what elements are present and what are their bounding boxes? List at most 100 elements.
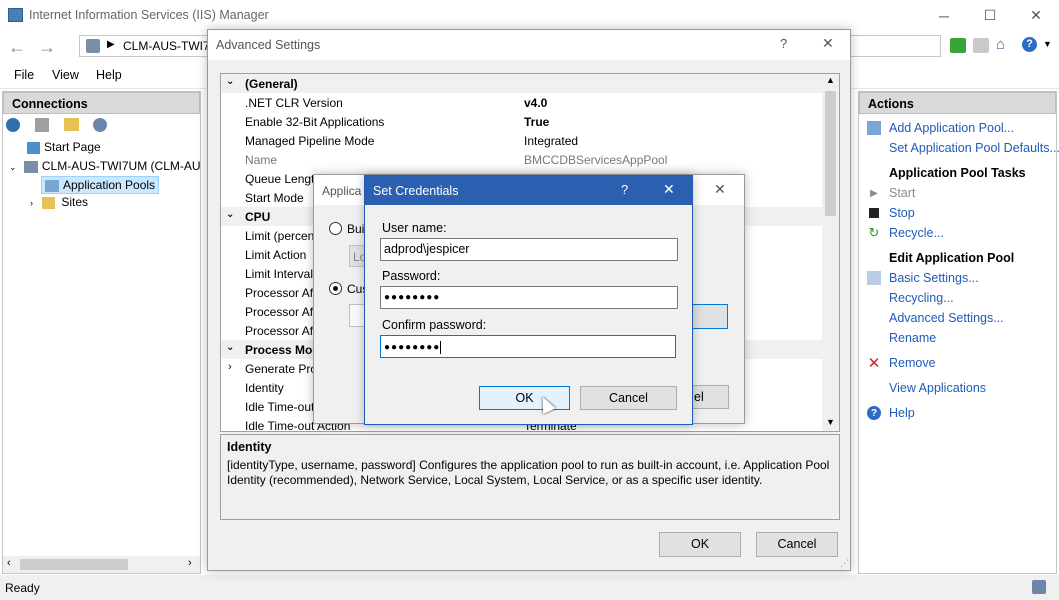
forward-arrow-icon[interactable]: →: [36, 38, 58, 58]
credentials-ok-button[interactable]: OK: [479, 386, 570, 410]
action-rename[interactable]: Rename: [889, 331, 936, 345]
connect-globe-icon[interactable]: [6, 118, 20, 132]
credentials-close-button[interactable]: ✕: [663, 181, 675, 198]
password-label: Password:: [382, 269, 441, 283]
action-help[interactable]: Help: [889, 406, 915, 420]
action-set-defaults[interactable]: Set Application Pool Defaults...: [889, 141, 1059, 155]
start-page-icon: [27, 141, 40, 154]
remove-icon: ✕: [867, 355, 881, 372]
scroll-thumb[interactable]: [20, 559, 128, 570]
action-recycling[interactable]: Recycling...: [889, 291, 954, 305]
minimize-button[interactable]: ─: [921, 0, 967, 31]
identity-cancel-button[interactable]: el: [691, 385, 729, 409]
advanced-cancel-button[interactable]: Cancel: [756, 532, 838, 557]
builtin-label: Bui: [347, 222, 365, 236]
sites-icon: [42, 196, 56, 209]
edit-pool-header: Edit Application Pool: [889, 251, 1015, 265]
advanced-help-button[interactable]: ?: [780, 36, 787, 51]
tree-sites[interactable]: › Sites: [30, 195, 88, 209]
maximize-button[interactable]: ☐: [967, 0, 1013, 31]
confirm-password-field[interactable]: ●●●●●●●●: [380, 335, 676, 358]
description-title: Identity: [227, 440, 272, 454]
resize-grip-icon[interactable]: ⋰: [840, 558, 849, 569]
back-arrow-icon[interactable]: ←: [6, 38, 28, 58]
pool-tasks-header: Application Pool Tasks: [889, 166, 1026, 180]
category-general[interactable]: ⌄ (General): [221, 74, 826, 93]
confirm-password-label: Confirm password:: [382, 318, 487, 332]
breadcrumb-arrow-icon: ▶: [107, 39, 115, 50]
collapse-chevron-icon[interactable]: ⌄: [226, 342, 234, 353]
text-cursor: [440, 341, 442, 354]
scroll-up-icon[interactable]: ▲: [826, 75, 835, 85]
description-text: [identityType, username, password] Confi…: [227, 458, 830, 487]
action-stop[interactable]: Stop: [889, 206, 915, 220]
scroll-left-icon[interactable]: ‹: [7, 557, 11, 569]
collapse-chevron-icon[interactable]: ⌄: [226, 209, 234, 220]
stop-icon: [867, 206, 881, 220]
set-credentials-button[interactable]: [691, 304, 728, 329]
set-credentials-dialog: Set Credentials ? ✕ User name: adprod\je…: [364, 175, 693, 425]
menu-view[interactable]: View: [52, 68, 79, 82]
property-row[interactable]: Name BMCCDBServicesAppPool: [221, 150, 826, 169]
save-icon[interactable]: [35, 118, 49, 132]
collapse-chevron-icon[interactable]: ⌄: [226, 76, 234, 87]
advanced-title-bar: Advanced Settings ? ✕: [208, 30, 850, 60]
network-status-icon: [1032, 580, 1046, 594]
identity-close-button[interactable]: ✕: [714, 181, 726, 198]
password-field[interactable]: ●●●●●●●●: [380, 286, 678, 309]
credentials-cancel-button[interactable]: Cancel: [580, 386, 677, 410]
refresh-icon[interactable]: [950, 38, 966, 53]
scroll-thumb[interactable]: [825, 91, 836, 216]
advanced-title: Advanced Settings: [216, 38, 321, 52]
disconnect-icon[interactable]: [93, 118, 107, 132]
action-recycle[interactable]: Recycle...: [889, 226, 944, 240]
action-advanced-settings[interactable]: Advanced Settings...: [889, 311, 1004, 325]
help-dropdown-icon[interactable]: ?: [1022, 37, 1037, 52]
username-field[interactable]: adprod\jespicer: [380, 238, 678, 261]
identity-title: Applica: [322, 184, 362, 198]
server-icon: [86, 39, 100, 53]
scroll-down-icon[interactable]: ▼: [826, 417, 835, 427]
description-panel: Identity [identityType, username, passwo…: [220, 434, 840, 520]
home-icon[interactable]: ⌂: [996, 36, 1005, 53]
tree-application-pools[interactable]: Application Pools: [41, 176, 160, 194]
tree-server[interactable]: ⌄ CLM-AUS-TWI7UM (CLM-AU: [9, 159, 201, 173]
status-text: Ready: [5, 581, 40, 595]
action-basic-settings[interactable]: Basic Settings...: [889, 271, 979, 285]
vertical-scrollbar[interactable]: ▲ ▼: [822, 74, 839, 431]
action-start[interactable]: Start: [889, 186, 915, 200]
scroll-right-icon[interactable]: ›: [188, 557, 192, 569]
connections-pane: Connections Start Page ⌄ CLM-AUS-TWI7UM …: [2, 91, 201, 574]
menu-help[interactable]: Help: [96, 68, 122, 82]
close-window-button[interactable]: ✕: [1013, 0, 1059, 31]
credentials-title: Set Credentials: [373, 184, 459, 198]
expand-chevron-icon[interactable]: ›: [228, 361, 232, 373]
menu-file[interactable]: File: [14, 68, 34, 82]
chevron-down-icon[interactable]: ▼: [1043, 39, 1052, 49]
property-row[interactable]: .NET CLR Version v4.0: [221, 93, 826, 112]
expand-chevron-icon[interactable]: ›: [30, 198, 33, 208]
address-path: CLM-AUS-TWI7: [123, 39, 210, 53]
start-icon: ▶: [870, 187, 878, 199]
action-remove[interactable]: Remove: [889, 356, 936, 370]
custom-radio[interactable]: [329, 282, 342, 295]
basic-settings-icon: [867, 271, 881, 285]
actions-header: Actions: [859, 92, 1056, 114]
server-node-icon: [23, 160, 38, 173]
advanced-ok-button[interactable]: OK: [659, 532, 741, 557]
collapse-chevron-icon[interactable]: ⌄: [9, 162, 17, 172]
credentials-help-button[interactable]: ?: [621, 182, 628, 197]
folder-icon[interactable]: [64, 118, 79, 131]
status-bar: Ready: [0, 575, 1059, 600]
stop-nav-icon[interactable]: [973, 38, 989, 53]
iis-logo-icon: [8, 8, 23, 22]
tree-start-page[interactable]: Start Page: [27, 140, 101, 154]
property-row[interactable]: Managed Pipeline Mode Integrated: [221, 131, 826, 150]
property-row[interactable]: Enable 32-Bit Applications True: [221, 112, 826, 131]
add-pool-icon: [867, 121, 881, 135]
horizontal-scrollbar[interactable]: ‹ ›: [3, 556, 200, 573]
advanced-close-button[interactable]: ✕: [822, 35, 834, 52]
action-view-apps[interactable]: View Applications: [889, 381, 986, 395]
builtin-radio[interactable]: [329, 222, 342, 235]
action-add-pool[interactable]: Add Application Pool...: [889, 121, 1014, 135]
